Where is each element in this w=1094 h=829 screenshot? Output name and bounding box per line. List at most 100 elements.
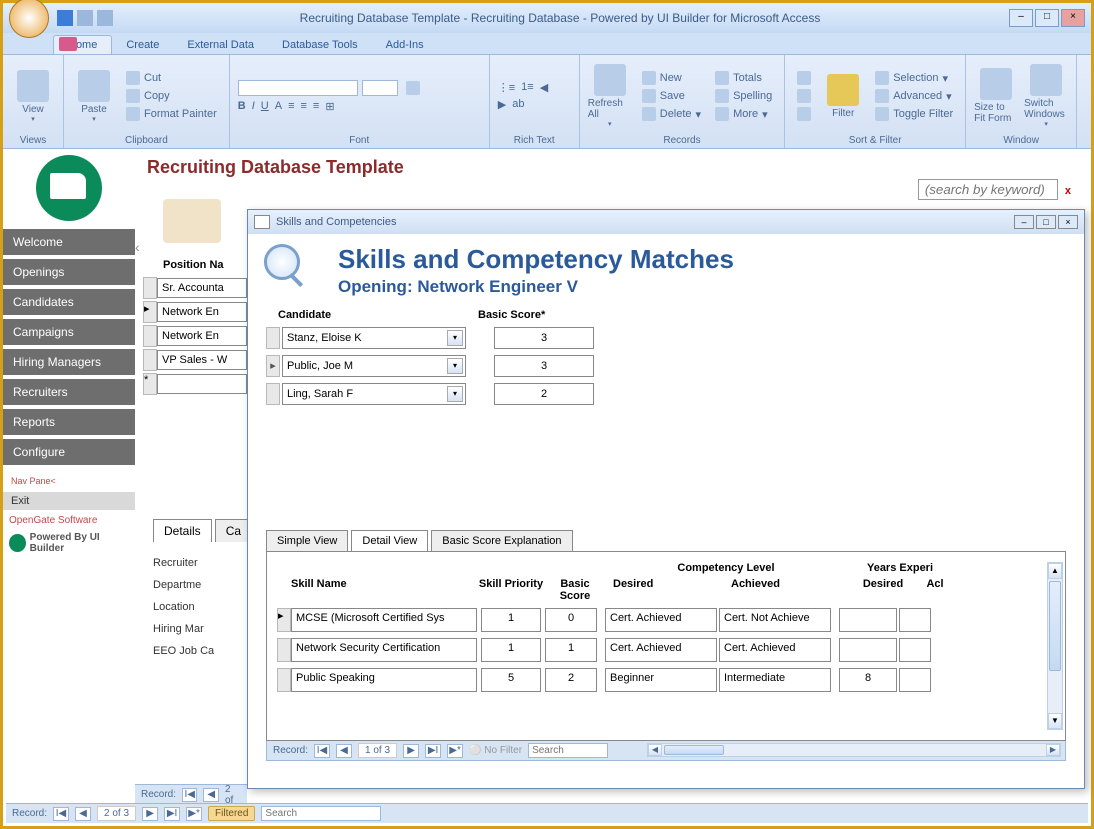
tab-detail-view[interactable]: Detail View bbox=[351, 530, 428, 551]
sidebar-item-hiring-managers[interactable]: Hiring Managers bbox=[3, 349, 135, 375]
years-desired-cell[interactable] bbox=[839, 638, 897, 662]
skill-score-cell[interactable]: 2 bbox=[545, 668, 597, 692]
nav-first-button[interactable]: I◀ bbox=[53, 807, 69, 821]
position-input[interactable] bbox=[157, 350, 247, 370]
sidebar-item-configure[interactable]: Configure bbox=[3, 439, 135, 465]
exit-button[interactable]: Exit bbox=[3, 492, 135, 510]
row-selector[interactable] bbox=[143, 349, 157, 371]
nav-new-button[interactable]: ▶* bbox=[447, 744, 463, 758]
tab-external-data[interactable]: External Data bbox=[173, 36, 268, 54]
achieved-cell[interactable]: Cert. Not Achieve bbox=[719, 608, 831, 632]
years-achieved-cell[interactable] bbox=[899, 668, 931, 692]
search-input[interactable] bbox=[918, 179, 1058, 200]
collapse-handle[interactable]: ‹ bbox=[135, 239, 140, 255]
maximize-button[interactable]: □ bbox=[1035, 9, 1059, 27]
nav-new-button[interactable]: ▶* bbox=[186, 807, 202, 821]
nav-prev-button[interactable]: ◀ bbox=[75, 807, 91, 821]
italic-button[interactable]: I bbox=[252, 100, 255, 113]
save-rec-button[interactable]: Save bbox=[638, 88, 705, 104]
desired-cell[interactable]: Cert. Achieved bbox=[605, 608, 717, 632]
nav-last-button[interactable]: ▶I bbox=[425, 744, 441, 758]
skill-name-cell[interactable]: Network Security Certification bbox=[291, 638, 477, 662]
paste-button[interactable]: Paste▾ bbox=[72, 59, 116, 133]
sidebar-item-openings[interactable]: Openings bbox=[3, 259, 135, 285]
fit-form-button[interactable]: Size to Fit Form bbox=[974, 59, 1018, 133]
cut-button[interactable]: Cut bbox=[122, 70, 221, 86]
nav-last-button[interactable]: ▶I bbox=[164, 807, 180, 821]
tab-simple-view[interactable]: Simple View bbox=[266, 530, 348, 551]
font-color-icon[interactable]: A bbox=[275, 100, 282, 113]
row-selector-new[interactable]: * bbox=[143, 373, 157, 395]
achieved-cell[interactable]: Cert. Achieved bbox=[719, 638, 831, 662]
nav-prev-button[interactable]: ◀ bbox=[336, 744, 352, 758]
position-input[interactable] bbox=[157, 374, 247, 394]
vertical-scrollbar[interactable]: ▲▼ bbox=[1047, 562, 1063, 730]
scroll-down-button[interactable]: ▼ bbox=[1048, 713, 1062, 729]
view-button[interactable]: View▾ bbox=[11, 59, 55, 133]
numbering-button[interactable]: 1≡ bbox=[521, 81, 534, 94]
minimize-button[interactable]: – bbox=[1009, 9, 1033, 27]
tab-basic-score-explanation[interactable]: Basic Score Explanation bbox=[431, 530, 572, 551]
skill-name-cell[interactable]: MCSE (Microsoft Certified Sys bbox=[291, 608, 477, 632]
row-selector[interactable] bbox=[143, 325, 157, 347]
nav-prev-button[interactable]: ◀ bbox=[203, 788, 218, 802]
nav-pane-button[interactable]: Nav Pane< bbox=[3, 473, 135, 489]
row-selector[interactable] bbox=[266, 327, 280, 349]
skill-priority-cell[interactable]: 1 bbox=[481, 638, 541, 662]
nav-first-button[interactable]: I◀ bbox=[314, 744, 330, 758]
skill-name-cell[interactable]: Public Speaking bbox=[291, 668, 477, 692]
modal-maximize-button[interactable]: □ bbox=[1036, 215, 1056, 229]
delete-button[interactable]: Delete ▾ bbox=[638, 106, 705, 122]
indent-dec-button[interactable]: ◀ bbox=[540, 81, 548, 94]
nav-first-button[interactable]: I◀ bbox=[182, 788, 197, 802]
sort-desc-button[interactable] bbox=[793, 88, 815, 104]
row-selector[interactable]: ▸ bbox=[277, 608, 291, 632]
scroll-thumb[interactable] bbox=[1049, 581, 1061, 671]
bullets-button[interactable]: ⋮≡ bbox=[498, 81, 515, 94]
sort-asc-button[interactable] bbox=[793, 70, 815, 86]
candidate-select[interactable]: Stanz, Eloise K▾ bbox=[282, 327, 466, 349]
skill-priority-cell[interactable]: 1 bbox=[481, 608, 541, 632]
undo-icon[interactable] bbox=[77, 10, 93, 26]
clear-sort-button[interactable] bbox=[793, 106, 815, 122]
position-input[interactable] bbox=[157, 326, 247, 346]
scroll-right-button[interactable]: ▶ bbox=[1046, 744, 1060, 756]
scroll-left-button[interactable]: ◀ bbox=[648, 744, 662, 756]
more-button[interactable]: More ▾ bbox=[711, 106, 776, 122]
indent-inc-button[interactable]: ▶ bbox=[498, 98, 506, 111]
font-family-select[interactable] bbox=[238, 80, 358, 96]
sidebar-item-campaigns[interactable]: Campaigns bbox=[3, 319, 135, 345]
years-achieved-cell[interactable] bbox=[899, 608, 931, 632]
scroll-up-button[interactable]: ▲ bbox=[1048, 563, 1062, 579]
gridlines-button[interactable]: ⊞ bbox=[325, 100, 334, 113]
desired-cell[interactable]: Cert. Achieved bbox=[605, 638, 717, 662]
align-center-button[interactable]: ≡ bbox=[300, 100, 306, 113]
align-right-button[interactable]: ≡ bbox=[313, 100, 319, 113]
achieved-cell[interactable]: Intermediate bbox=[719, 668, 831, 692]
filtered-badge[interactable]: Filtered bbox=[208, 806, 255, 821]
toggle-filter-button[interactable]: Toggle Filter bbox=[871, 106, 957, 122]
refresh-button[interactable]: Refresh All▾ bbox=[588, 59, 632, 133]
tab-create[interactable]: Create bbox=[112, 36, 173, 54]
search-clear-button[interactable]: x bbox=[1065, 185, 1071, 197]
new-button[interactable]: New bbox=[638, 70, 705, 86]
row-selector[interactable] bbox=[277, 638, 291, 662]
no-filter-label[interactable]: ⚪ No Filter bbox=[469, 745, 522, 756]
search-records-input[interactable] bbox=[528, 743, 608, 758]
row-selector[interactable] bbox=[266, 355, 280, 377]
row-selector[interactable] bbox=[277, 668, 291, 692]
nav-next-button[interactable]: ▶ bbox=[142, 807, 158, 821]
horizontal-scrollbar[interactable]: ◀▶ bbox=[647, 743, 1061, 757]
skill-score-cell[interactable]: 1 bbox=[545, 638, 597, 662]
modal-close-button[interactable]: × bbox=[1058, 215, 1078, 229]
sidebar-item-candidates[interactable]: Candidates bbox=[3, 289, 135, 315]
row-selector[interactable] bbox=[143, 277, 157, 299]
years-desired-cell[interactable]: 8 bbox=[839, 668, 897, 692]
align-left-button[interactable]: ≡ bbox=[288, 100, 294, 113]
years-achieved-cell[interactable] bbox=[899, 638, 931, 662]
switch-windows-button[interactable]: Switch Windows▾ bbox=[1024, 59, 1068, 133]
font-color-button[interactable] bbox=[402, 80, 424, 96]
position-input[interactable] bbox=[157, 278, 247, 298]
tab-details[interactable]: Details bbox=[153, 519, 212, 542]
copy-button[interactable]: Copy bbox=[122, 88, 221, 104]
